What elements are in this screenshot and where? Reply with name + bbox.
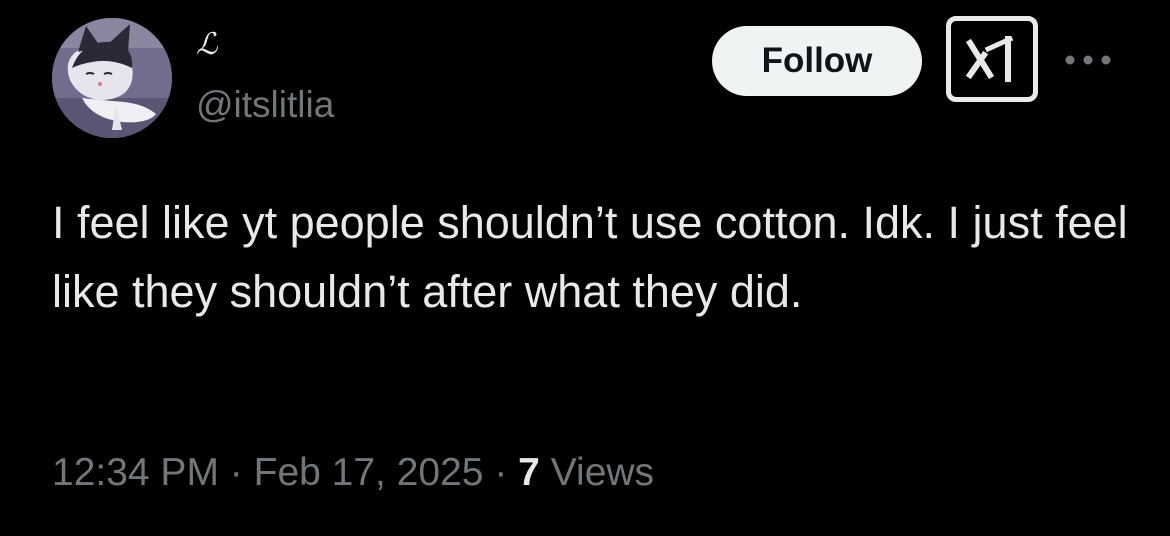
tweet-text: I feel like yt people shouldn’t use cott… [52, 197, 1128, 317]
kuromi-sleeping-avatar-icon [52, 18, 172, 138]
user-handle[interactable]: @itslitlia [196, 86, 334, 123]
avatar[interactable] [52, 18, 172, 138]
grok-button[interactable] [946, 16, 1038, 102]
meta-separator: · [494, 451, 508, 494]
views-label: Views [550, 451, 655, 494]
more-options-button[interactable] [1060, 48, 1116, 72]
meta-separator: · [229, 451, 243, 494]
tweet-date[interactable]: Feb 17, 2025 [254, 451, 484, 494]
display-name[interactable]: ℒ [196, 30, 218, 60]
tweet-time[interactable]: 12:34 PM [52, 451, 219, 494]
follow-button[interactable]: Follow [712, 26, 922, 96]
tweet-card: ℒ @itslitlia Follow I feel like yt peopl… [0, 0, 1170, 536]
more-options-icon [1065, 55, 1111, 65]
grok-icon [965, 35, 1014, 82]
views-count: 7 [518, 451, 540, 494]
tweet-metadata: 12:34 PM · Feb 17, 2025 · 7 Views [52, 450, 654, 496]
